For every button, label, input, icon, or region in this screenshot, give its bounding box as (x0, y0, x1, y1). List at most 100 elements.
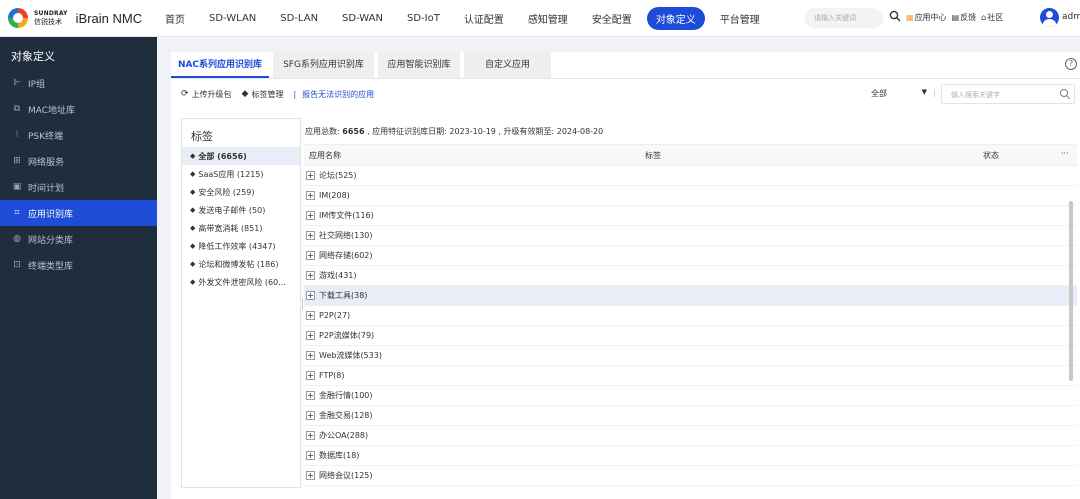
nav-item[interactable]: 平台管理 (720, 11, 760, 26)
community-link[interactable]: ⌂ 社区 (981, 12, 1003, 23)
tag-manage-button[interactable]: ◆ 标签管理 (242, 89, 284, 100)
table-row[interactable]: 社交网络(130) (304, 226, 1077, 246)
scrollbar[interactable] (1069, 201, 1073, 381)
filter-separator: | (933, 88, 936, 97)
app-center-link[interactable]: ▦ 应用中心 (906, 12, 947, 23)
nav-item[interactable]: SD-WAN (342, 13, 383, 24)
table-row[interactable]: 数据库(18) (304, 446, 1077, 466)
table-row[interactable]: 下载工具(38) (304, 286, 1077, 306)
nav-item[interactable]: 首页 (165, 11, 185, 26)
sidebar-item[interactable]: ⊩ IP组 (0, 70, 157, 96)
tag-filter-item[interactable]: ◆ SaaS应用 (1215) (182, 165, 300, 183)
library-tab[interactable]: NAC系列应用识别库 (171, 52, 269, 78)
library-tab[interactable]: SFG系列应用识别库 (273, 52, 374, 78)
tag-filter-item[interactable]: ◆ 论坛和微博发帖 (186) (182, 255, 300, 273)
expand-icon[interactable] (306, 191, 315, 200)
app-search-input[interactable]: 输入搜索关键字 (941, 84, 1075, 104)
expand-icon[interactable] (306, 411, 315, 420)
table-row[interactable]: 办公OA(288) (304, 426, 1077, 446)
app-category-label: 金融行情(100) (319, 391, 373, 400)
column-header-name[interactable]: 应用名称 (309, 150, 341, 161)
tag-filter-item[interactable]: ◆ 全部 (6656) (182, 147, 300, 165)
tag-filter-item[interactable]: ◆ 高带宽消耗 (851) (182, 219, 300, 237)
table-row[interactable]: 论坛(525) (304, 166, 1077, 186)
nav-item[interactable]: 安全配置 (592, 11, 632, 26)
table-row[interactable]: IM传文件(116) (304, 206, 1077, 226)
expand-icon[interactable] (306, 351, 315, 360)
logo-chinese: 信锐技术 (34, 18, 62, 26)
app-category-label: 办公OA(288) (319, 431, 369, 440)
expand-icon[interactable] (306, 311, 315, 320)
tag-filter-item[interactable]: ◆ 外发文件泄密风险 (60... (182, 273, 300, 291)
table-row[interactable]: P2P(27) (304, 306, 1077, 326)
table-row[interactable]: 金融交易(128) (304, 406, 1077, 426)
expand-icon[interactable] (306, 271, 315, 280)
expand-icon[interactable] (306, 171, 315, 180)
nav-item[interactable]: SD-LAN (280, 13, 318, 24)
app-category-label: Web流媒体(533) (319, 351, 382, 360)
table-row[interactable]: 网络存储(602) (304, 246, 1077, 266)
tag-filter-label: 外发文件泄密风险 (60... (198, 277, 286, 287)
tag-icon: ◆ (190, 260, 196, 268)
expand-icon[interactable] (306, 291, 315, 300)
help-icon[interactable]: ? (1065, 58, 1077, 70)
more-columns-icon[interactable]: ··· (1061, 149, 1069, 158)
website-category-icon: ◍ (13, 234, 21, 244)
expand-icon[interactable] (306, 211, 315, 220)
table-row[interactable]: 金融行情(100) (304, 386, 1077, 406)
sidebar-item[interactable]: ⊞ 网络服务 (0, 148, 157, 174)
tag-filter-label: 安全风险 (259) (198, 187, 255, 197)
upload-package-button[interactable]: ⟳ 上传升级包 (181, 89, 232, 100)
expand-icon[interactable] (306, 231, 315, 240)
sidebar-item[interactable]: ⊡ 终端类型库 (0, 252, 157, 278)
column-header-tag[interactable]: 标签 (645, 150, 661, 161)
app-category-label: 网络会议(125) (319, 471, 373, 480)
tag-filter-select[interactable]: 全部 ▼ (865, 85, 933, 103)
report-unknown-app-link[interactable]: 报告无法识别的应用 (302, 89, 374, 100)
expand-icon[interactable] (306, 251, 315, 260)
feedback-link[interactable]: ▤ 反馈 (952, 12, 977, 23)
table-row[interactable]: P2P流媒体(79) (304, 326, 1077, 346)
tag-icon: ◆ (190, 188, 196, 196)
app-category-label: IM(208) (319, 191, 350, 200)
username[interactable]: adm (1062, 12, 1080, 22)
sidebar-item[interactable]: ⁝ PSK终端 (0, 122, 157, 148)
sidebar: 对象定义 ⊩ IP组 ⧉ MAC地址库 ⁝ PSK终端 ⊞ 网络服务 ▣ 时间计划 ⌗ 应用识别库 ◍ 网… (0, 37, 157, 499)
scrollbar-thumb[interactable] (1069, 201, 1073, 381)
expand-icon[interactable] (306, 371, 315, 380)
expand-icon[interactable] (306, 391, 315, 400)
sidebar-item-label: 网络服务 (28, 157, 65, 168)
tag-icon: ◆ (190, 224, 196, 232)
column-header-status[interactable]: 状态 (983, 150, 999, 161)
expand-icon[interactable] (306, 431, 315, 440)
expand-icon[interactable] (306, 471, 315, 480)
sidebar-item[interactable]: ⧉ MAC地址库 (0, 96, 157, 122)
search-icon[interactable] (1059, 88, 1071, 100)
global-search-input[interactable]: 请输入关键词 (805, 8, 883, 28)
mac-icon: ⧉ (13, 104, 21, 114)
table-row[interactable]: FTP(8) (304, 366, 1077, 386)
table-row[interactable]: 网络会议(125) (304, 466, 1077, 486)
table-row[interactable]: Web流媒体(533) (304, 346, 1077, 366)
nav-item[interactable]: SD-WLAN (209, 13, 256, 24)
calendar-icon: ▣ (12, 182, 22, 192)
tag-filter-item[interactable]: ◆ 降低工作效率 (4347) (182, 237, 300, 255)
sidebar-item[interactable]: ⌗ 应用识别库 (0, 200, 157, 226)
library-tab[interactable]: 自定义应用 (464, 52, 551, 78)
user-avatar[interactable] (1040, 8, 1059, 27)
table-row[interactable]: 游戏(431) (304, 266, 1077, 286)
nav-item[interactable]: 对象定义 (646, 6, 705, 30)
expand-icon[interactable] (306, 331, 315, 340)
brand-logo[interactable]: SUNDRAY 信锐技术 iBrain NMC (0, 8, 157, 28)
nav-item[interactable]: 感知管理 (528, 11, 568, 26)
expand-icon[interactable] (306, 451, 315, 460)
tag-filter-item[interactable]: ◆ 发送电子邮件 (50) (182, 201, 300, 219)
library-tab[interactable]: 应用智能识别库 (378, 52, 460, 78)
tag-filter-item[interactable]: ◆ 安全风险 (259) (182, 183, 300, 201)
sidebar-item[interactable]: ◍ 网站分类库 (0, 226, 157, 252)
sidebar-item[interactable]: ▣ 时间计划 (0, 174, 157, 200)
search-icon[interactable] (889, 10, 901, 22)
nav-item[interactable]: SD-IoT (407, 13, 440, 24)
nav-item[interactable]: 认证配置 (464, 11, 504, 26)
table-row[interactable]: IM(208) (304, 186, 1077, 206)
